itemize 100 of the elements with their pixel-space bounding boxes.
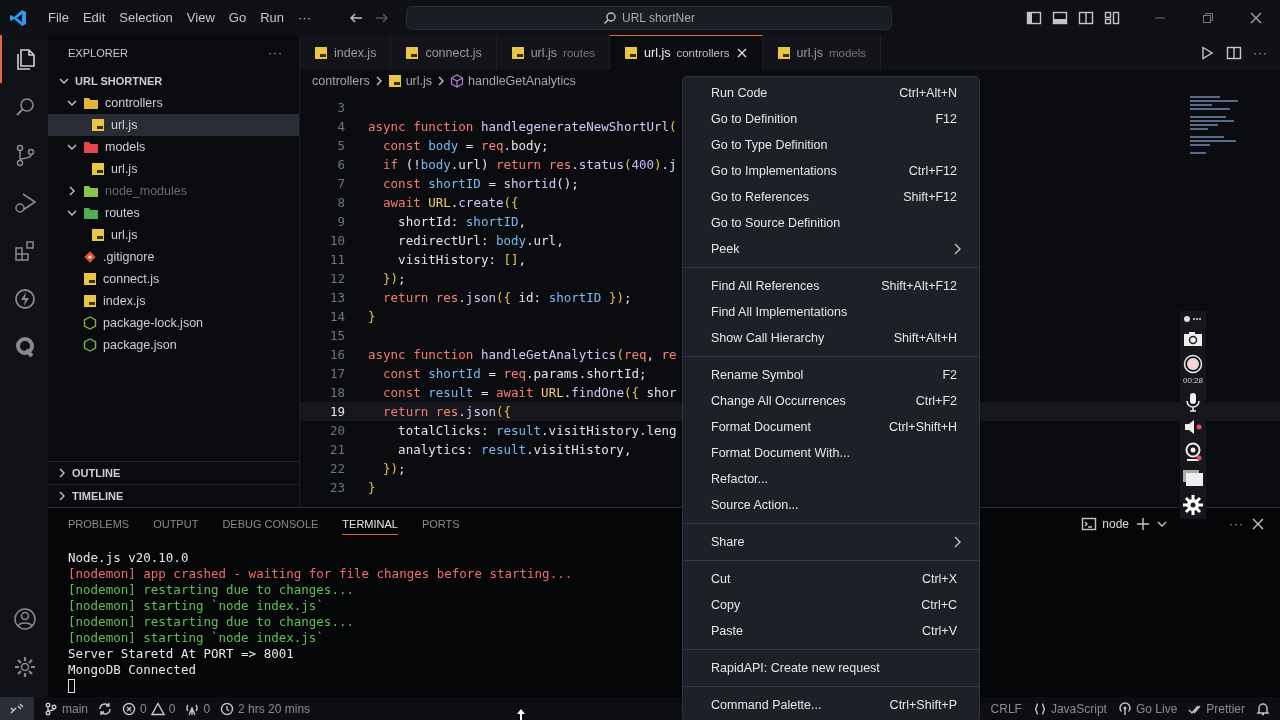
folder-header[interactable]: URL SHORTNER [48,70,299,92]
more-actions-button[interactable]: ··· [268,45,283,60]
editor-tab[interactable]: url.js models [762,35,881,70]
speaker-icon[interactable] [1183,419,1203,435]
branch-status[interactable]: main [44,701,88,716]
menu-item[interactable]: Go to Definition F12 [683,106,979,132]
windows-icon[interactable] [1182,469,1204,487]
status-item[interactable]: CRLF [990,701,1022,716]
menu-item[interactable]: Refactor... [683,466,979,492]
menu-item[interactable]: Edit [75,10,113,25]
menu-item[interactable]: Go to Implementations Ctrl+F12 [683,158,979,184]
menu-item[interactable]: File [41,10,76,25]
line-number: 12 [328,271,345,286]
split-editor-icon[interactable] [1226,44,1242,61]
terminal-line: [nodemon] restarting due to changes... [68,614,354,630]
close-icon[interactable] [735,47,748,59]
plus-icon[interactable] [1135,516,1151,532]
menu-item[interactable]: Cut Ctrl+X [683,566,979,592]
ports-status[interactable]: 0 [185,701,211,716]
menu-item[interactable]: Run [253,10,291,25]
command-center-search[interactable]: URL shortNer [406,5,892,30]
lightning-icon[interactable] [13,287,37,311]
run-debug-icon[interactable] [13,191,37,215]
status-item[interactable]: JavaScript [1032,701,1107,716]
editor-tab[interactable]: url.js routes [496,35,611,70]
tree-item[interactable]: models [48,136,299,158]
split-layout-icon[interactable] [1078,9,1094,26]
menu-item[interactable]: Peek [683,236,979,262]
menu-item[interactable]: Rename Symbol F2 [683,362,979,388]
tree-item[interactable]: package.json [48,334,299,356]
panel-tab[interactable]: OUTPUT [153,513,199,535]
status-item[interactable]: Go Live [1117,701,1178,716]
tree-item[interactable]: routes [48,202,299,224]
bell-icon[interactable] [1256,701,1270,716]
status-item[interactable]: Prettier [1188,701,1245,716]
menu-item[interactable]: Go [221,10,254,25]
menu-item[interactable]: Go to Type Definition [683,132,979,158]
panel-tab[interactable]: TERMINAL [342,513,398,535]
menu-item[interactable]: Change All Occurrences Ctrl+F2 [683,388,979,414]
shortcut-label: Ctrl+Alt+N [899,86,957,100]
chevron-right-icon [953,242,963,256]
run-icon[interactable] [1199,44,1215,61]
panel-tab[interactable]: DEBUG CONSOLE [222,513,319,535]
menu-item[interactable]: Find All Implementations [683,299,979,325]
webcam-icon[interactable] [1183,442,1203,462]
tree-item[interactable]: controllers [48,92,299,114]
terminal-selector[interactable]: node [1081,516,1129,532]
panel-tab[interactable]: PROBLEMS [68,513,130,535]
menu-item[interactable]: Format Document With... [683,440,979,466]
panel-tab[interactable]: PORTS [421,513,460,535]
extensions-icon[interactable] [13,239,37,263]
record-icon[interactable] [1183,354,1203,374]
section-header[interactable]: OUTLINE [48,461,299,484]
editor-tab[interactable]: index.js [300,35,392,70]
tree-item[interactable]: index.js [48,290,299,312]
more-actions-button[interactable]: ··· [1253,45,1268,60]
timer-status[interactable]: 2 hrs 20 mins [220,701,311,716]
close-icon[interactable] [1250,516,1266,532]
account-icon[interactable] [13,607,37,631]
menu-item[interactable]: Show Call Hierarchy Shift+Alt+H [683,325,979,351]
q-logo-icon[interactable] [13,335,37,359]
shortcut-label: Shift+Alt+H [893,331,957,345]
more-actions-button[interactable]: ··· [1229,517,1244,531]
tree-item[interactable]: url.js [48,114,299,136]
layout-grid-icon[interactable] [1104,9,1120,26]
problems-status[interactable]: 0 0 [122,701,176,716]
code-line: return res.json({ id: shortID }); [382,290,632,305]
camera-icon[interactable] [1183,331,1203,347]
tree-item[interactable]: .gitignore [48,246,299,268]
line-number: 7 [336,176,345,191]
menu-item[interactable]: Selection [112,10,180,25]
menu-item[interactable]: Find All References Shift+Alt+F12 [683,273,979,299]
editor-tab[interactable]: url.js controllers [610,35,763,70]
menu-item[interactable]: Copy Ctrl+C [683,592,979,618]
panel-toggle-icon[interactable] [1052,9,1068,26]
menu-item[interactable]: Go to Source Definition [683,210,979,236]
menu-item[interactable]: Format Document Ctrl+Shift+H [683,414,979,440]
breadcrumb-item[interactable]: handleGetAnalytics [450,74,576,88]
menu-item[interactable]: Command Palette... Ctrl+Shift+P [683,692,979,718]
tree-item[interactable]: package-lock.json [48,312,299,334]
tree-item[interactable]: node_modules [48,180,299,202]
sidebar-toggle-icon[interactable] [1026,9,1042,26]
breadcrumb-item[interactable]: url.js [387,74,433,88]
tree-item[interactable]: url.js [48,158,299,180]
tree-item[interactable]: connect.js [48,268,299,290]
breadcrumb-item[interactable]: controllers [312,74,370,88]
code-line: const shortId = req.params.shortId; [382,366,647,381]
sync-icon[interactable] [98,701,112,716]
tree-item[interactable]: url.js [48,224,299,246]
menu-item[interactable]: Share [683,529,979,555]
menu-item[interactable]: Go to References Shift+F12 [683,184,979,210]
microphone-icon[interactable] [1185,392,1201,412]
editor-tab[interactable]: connect.js [391,35,497,70]
menu-item[interactable]: View [179,10,222,25]
menu-item[interactable]: Paste Ctrl+V [683,618,979,644]
menu-item[interactable]: Run Code Ctrl+Alt+N [683,80,979,106]
menu-item[interactable]: ··· [291,10,318,25]
menu-item[interactable]: Source Action... [683,492,979,518]
menu-item[interactable]: RapidAPI: Create new request [683,655,979,681]
line-number: 9 [336,214,345,229]
